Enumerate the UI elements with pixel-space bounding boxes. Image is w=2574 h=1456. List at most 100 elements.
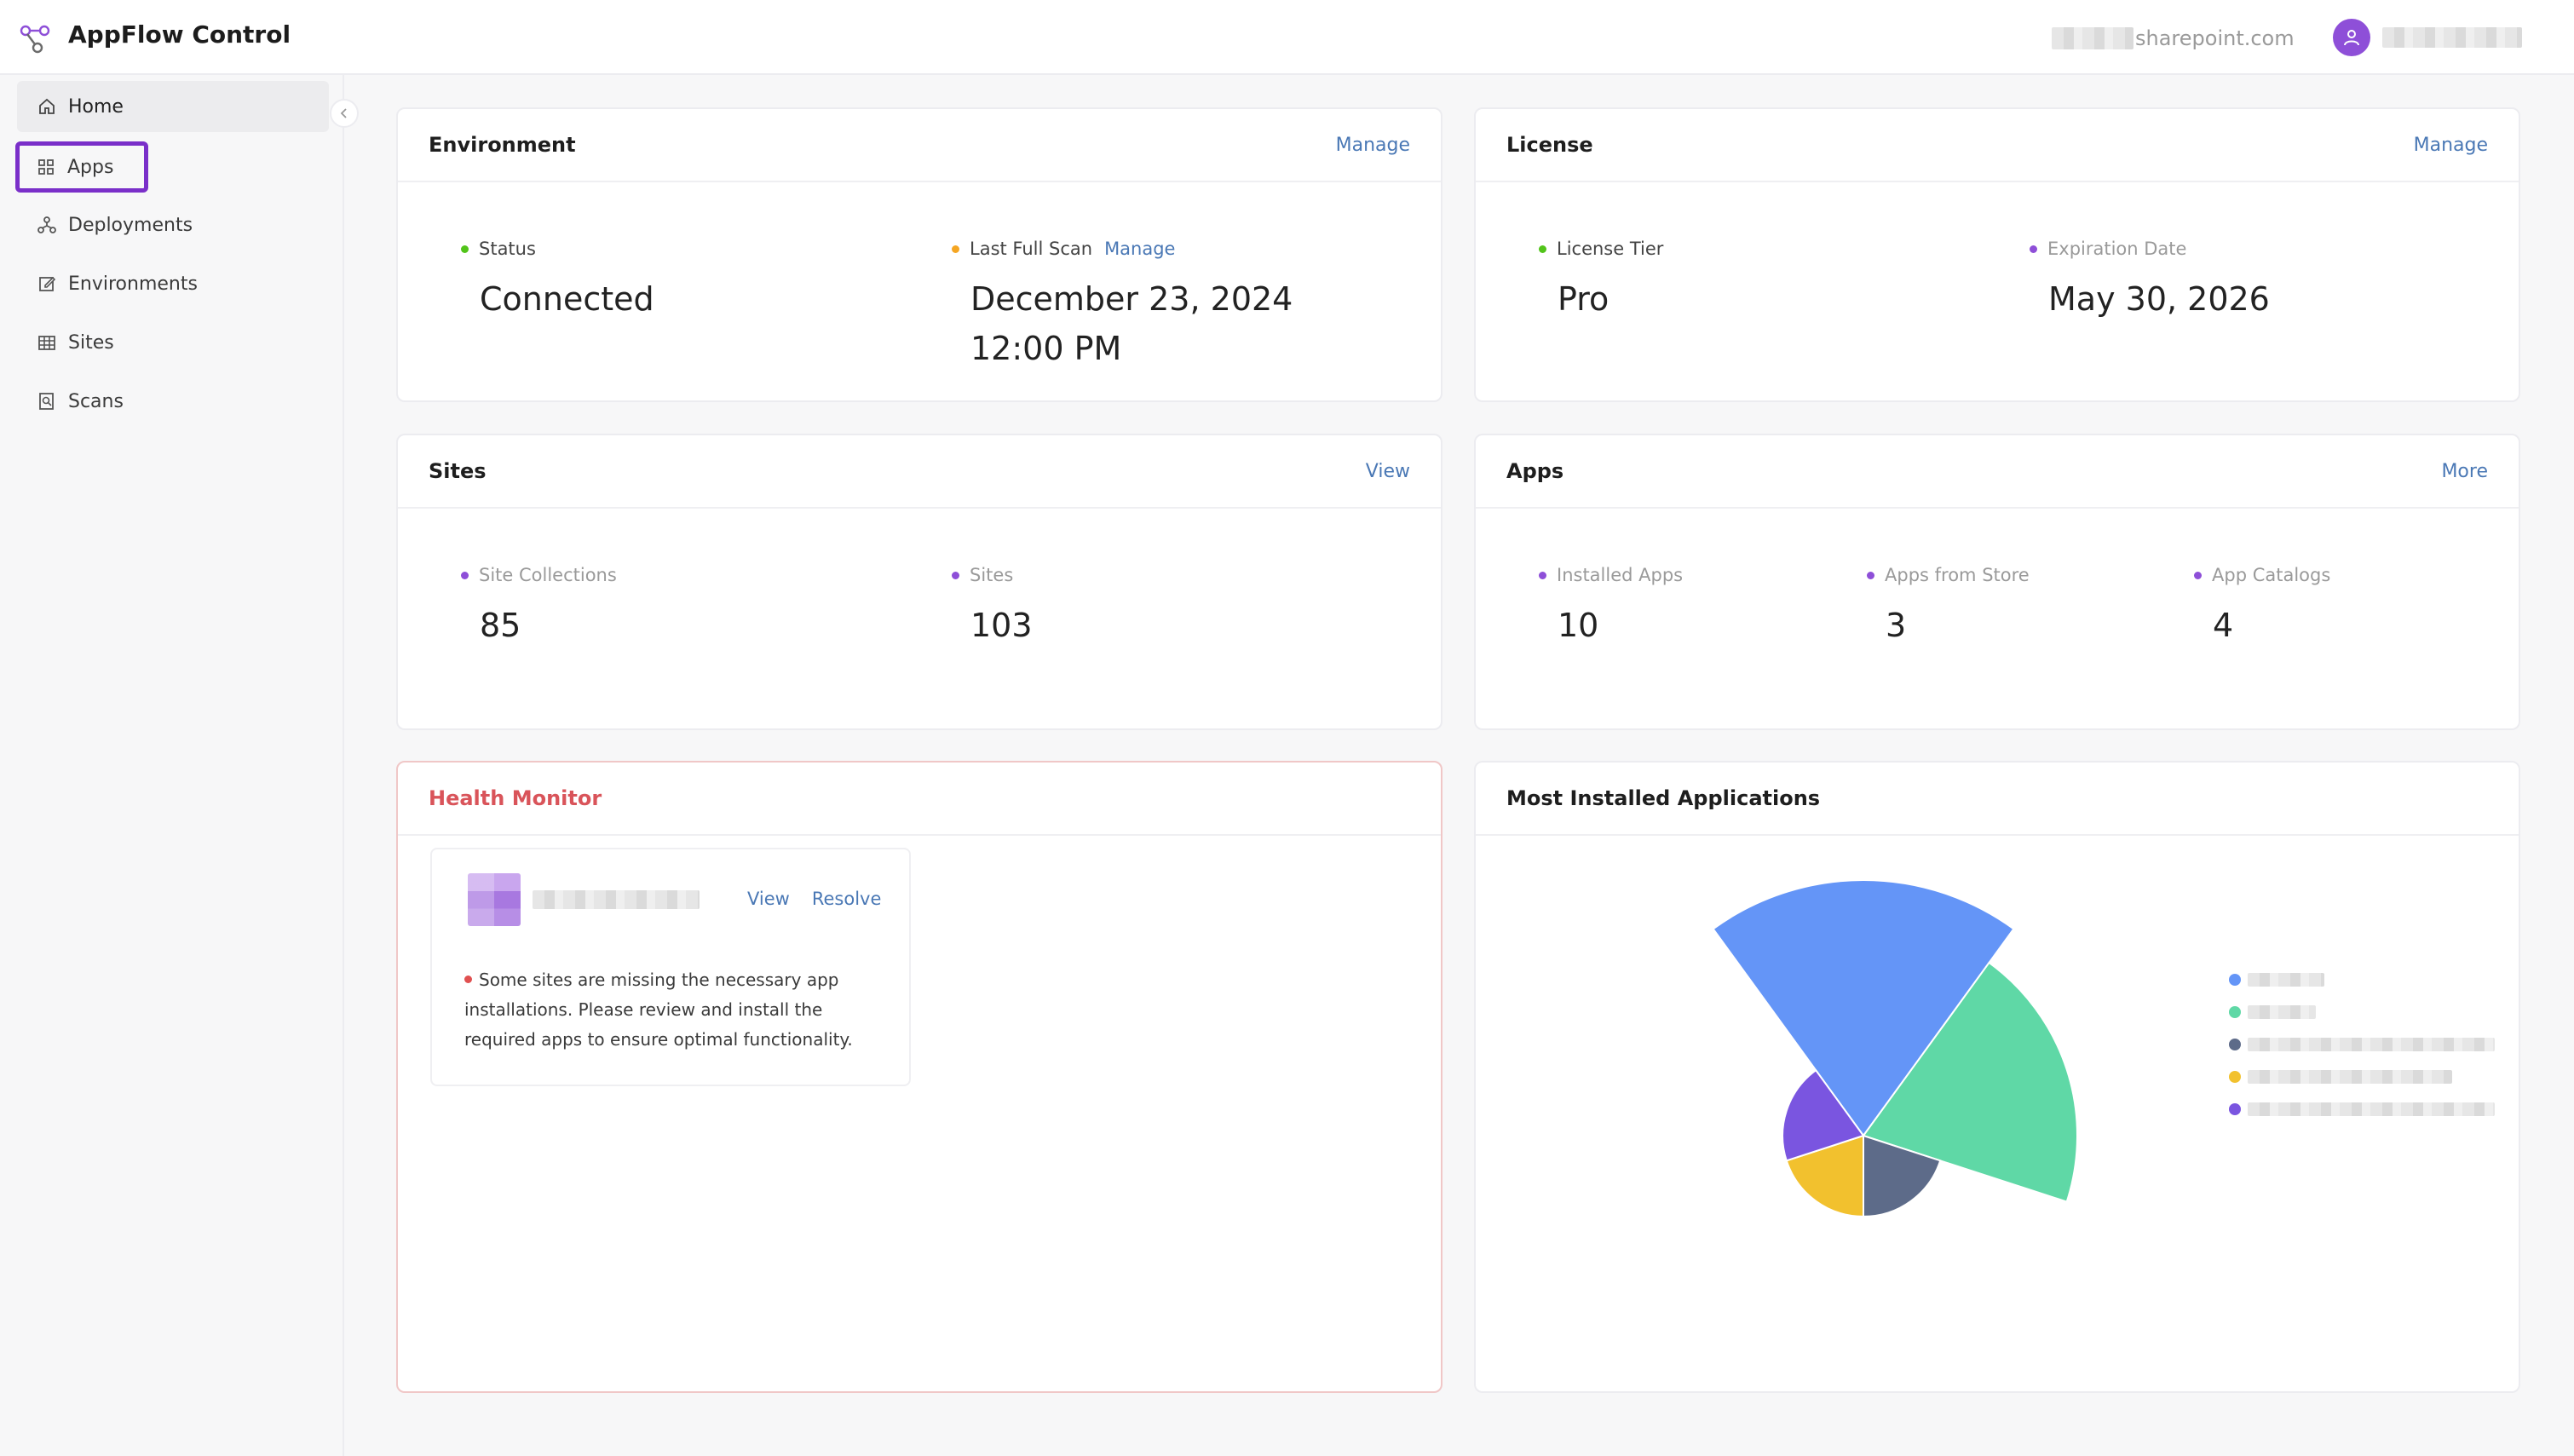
issue-actions: View Resolve bbox=[747, 889, 881, 909]
app-catalogs-stat: App Catalogs 4 bbox=[2194, 565, 2330, 650]
card-title: Sites bbox=[429, 459, 487, 483]
sidebar-item-label: Scans bbox=[68, 390, 124, 412]
status-stat: Status Connected bbox=[461, 239, 654, 324]
sidebar-item-label: Environments bbox=[68, 273, 198, 295]
status-dot bbox=[461, 245, 469, 253]
stat-label: Apps from Store bbox=[1867, 565, 2030, 585]
sidebar-item-scans[interactable]: Scans bbox=[17, 376, 329, 427]
tier-value: Pro bbox=[1558, 280, 1609, 318]
manage-scan-link[interactable]: Manage bbox=[1104, 239, 1175, 259]
sidebar-item-environments[interactable]: Environments bbox=[17, 258, 329, 309]
last-scan-stat: Last Full Scan Manage December 23, 2024 … bbox=[952, 239, 1395, 373]
redacted-legend-label bbox=[2248, 1038, 2495, 1051]
resolve-issue-link[interactable]: Resolve bbox=[812, 889, 882, 909]
installed-apps-stat: Installed Apps 10 bbox=[1539, 565, 1683, 650]
installed-label: Installed Apps bbox=[1557, 565, 1684, 585]
redacted-legend-label bbox=[2248, 1102, 2495, 1116]
card-header: Apps More bbox=[1476, 435, 2519, 509]
chart-legend bbox=[2229, 964, 2495, 1125]
deploy-icon bbox=[37, 216, 56, 233]
sidebar-item-label: Home bbox=[68, 95, 124, 118]
site-collections-stat: Site Collections 85 bbox=[461, 565, 617, 650]
catalogs-dot bbox=[2194, 571, 2202, 579]
redacted-app-name bbox=[533, 890, 700, 909]
redacted-tenant bbox=[2052, 27, 2133, 49]
avatar[interactable] bbox=[2333, 19, 2370, 56]
scan-value: December 23, 2024 12:00 PM bbox=[970, 280, 1293, 367]
redacted-user-name[interactable] bbox=[2382, 27, 2522, 48]
health-monitor-card: Health Monitor View Resolve Some sites a… bbox=[396, 761, 1442, 1393]
sites-dot bbox=[952, 571, 959, 579]
catalogs-value: 4 bbox=[2213, 607, 2234, 644]
manage-license-link[interactable]: Manage bbox=[2414, 135, 2488, 156]
stat-label: License Tier bbox=[1539, 239, 1663, 259]
apps-from-store-stat: Apps from Store 3 bbox=[1867, 565, 2030, 650]
sidebar-item-sites[interactable]: Sites bbox=[17, 317, 329, 368]
tenant-domain: sharepoint.com bbox=[2052, 24, 2295, 53]
manage-environment-link[interactable]: Manage bbox=[1336, 135, 1410, 156]
card-title: Apps bbox=[1506, 459, 1564, 483]
card-header: Health Monitor bbox=[398, 763, 1441, 836]
sidebar-item-home[interactable]: Home bbox=[17, 81, 329, 132]
stat-label: Last Full Scan Manage bbox=[952, 239, 1395, 259]
app-title: AppFlow Control bbox=[68, 20, 291, 49]
share-nodes-icon bbox=[20, 25, 50, 54]
sites-label: Sites bbox=[970, 565, 1014, 585]
redacted-legend-label bbox=[2248, 1070, 2452, 1084]
expiry-dot bbox=[2030, 245, 2037, 253]
card-header: Environment Manage bbox=[398, 109, 1441, 182]
store-value: 3 bbox=[1886, 607, 1907, 644]
environment-card: Environment Manage Status Connected Last… bbox=[396, 107, 1442, 402]
sidebar-item-label: Apps bbox=[67, 156, 114, 178]
card-header: Most Installed Applications bbox=[1476, 763, 2519, 836]
legend-item[interactable] bbox=[2229, 996, 2495, 1028]
app-thumbnail bbox=[468, 873, 521, 926]
sidebar-item-deployments[interactable]: Deployments bbox=[17, 199, 329, 250]
card-title: Most Installed Applications bbox=[1506, 786, 1821, 810]
collections-value: 85 bbox=[480, 607, 521, 644]
user-icon bbox=[2344, 30, 2359, 46]
chevron-left-icon bbox=[340, 108, 347, 118]
stat-label: Expiration Date bbox=[2030, 239, 2270, 259]
grid-icon bbox=[38, 159, 54, 175]
sites-count-stat: Sites 103 bbox=[952, 565, 1033, 650]
scan-dot bbox=[952, 245, 959, 253]
most-installed-card: Most Installed Applications bbox=[1474, 761, 2520, 1393]
card-header: Sites View bbox=[398, 435, 1441, 509]
card-header: License Manage bbox=[1476, 109, 2519, 182]
home-icon bbox=[39, 98, 55, 114]
legend-dot bbox=[2229, 974, 2241, 986]
legend-item[interactable] bbox=[2229, 1028, 2495, 1061]
sites-value: 103 bbox=[970, 607, 1033, 644]
stat-label: Site Collections bbox=[461, 565, 617, 585]
view-issue-link[interactable]: View bbox=[747, 889, 790, 909]
legend-item[interactable] bbox=[2229, 1093, 2495, 1125]
scan-icon bbox=[39, 393, 54, 410]
tier-label: License Tier bbox=[1557, 239, 1664, 259]
sidebar-item-apps[interactable]: Apps bbox=[15, 141, 148, 193]
legend-dot bbox=[2229, 1039, 2241, 1050]
stat-label: App Catalogs bbox=[2194, 565, 2330, 585]
sidebar-item-label: Sites bbox=[68, 331, 114, 354]
domain-suffix: sharepoint.com bbox=[2135, 26, 2295, 50]
expiry-value: May 30, 2026 bbox=[2048, 280, 2270, 318]
more-apps-link[interactable]: More bbox=[2441, 461, 2488, 482]
installed-dot bbox=[1539, 571, 1546, 579]
expiration-stat: Expiration Date May 30, 2026 bbox=[2030, 239, 2270, 324]
card-title: License bbox=[1506, 133, 1593, 157]
legend-dot bbox=[2229, 1071, 2241, 1083]
sidebar: Home Apps Deployments Environments Sites… bbox=[0, 75, 344, 1456]
table-icon bbox=[38, 336, 55, 350]
legend-dot bbox=[2229, 1006, 2241, 1018]
legend-item[interactable] bbox=[2229, 964, 2495, 996]
top-header: AppFlow Control sharepoint.com bbox=[0, 0, 2574, 75]
sidebar-collapse-button[interactable] bbox=[330, 99, 359, 128]
legend-item[interactable] bbox=[2229, 1061, 2495, 1093]
issue-text: Some sites are missing the necessary app… bbox=[464, 970, 853, 1050]
stat-label: Sites bbox=[952, 565, 1033, 585]
view-sites-link[interactable]: View bbox=[1366, 461, 1410, 482]
store-label: Apps from Store bbox=[1885, 565, 2030, 585]
status-value: Connected bbox=[480, 280, 654, 318]
stat-label: Installed Apps bbox=[1539, 565, 1683, 585]
collections-dot bbox=[461, 571, 469, 579]
